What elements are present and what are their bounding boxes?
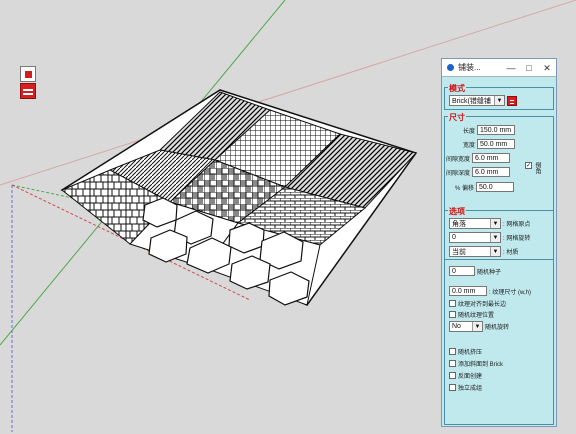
width-label: 宽度 [463, 142, 476, 149]
grid-rotation-label: : 网格旋转 [503, 236, 531, 242]
group-separately-checkbox[interactable] [449, 384, 456, 391]
offset-label: % 偏移 [455, 185, 475, 192]
grid-origin-value: 角落 [452, 220, 466, 228]
brick-icon-button[interactable] [507, 95, 517, 106]
chevron-down-icon: ▼ [490, 233, 500, 242]
rotation-value: No [452, 323, 461, 330]
mode-select[interactable]: Brick(错缝铺 ▼ [449, 95, 505, 106]
chevron-down-icon: ▼ [472, 322, 482, 331]
bevel-brick-label: 添加斜面到 Brick [458, 362, 504, 368]
window-title: 铺装... [458, 63, 481, 72]
size-title: 尺寸 [448, 112, 466, 123]
offset-input[interactable]: 50.0 [476, 182, 515, 192]
gap-width-input[interactable]: 6.0 mm [472, 153, 511, 163]
random-texture-checkbox[interactable] [449, 311, 456, 318]
minimize-button[interactable]: — [502, 59, 520, 77]
chevron-down-icon: ▼ [494, 96, 504, 105]
gap-depth-label: 间隙深度 [446, 170, 471, 177]
reverse-create-checkbox[interactable] [449, 372, 456, 379]
reverse-create-label: 反面创建 [458, 374, 483, 380]
mode-value: Brick(错缝铺 [452, 97, 491, 105]
grid-origin-select[interactable]: 角落 ▼ [449, 218, 501, 229]
rotation-label: 随机旋转 [485, 325, 510, 331]
chevron-down-icon: ▼ [490, 247, 500, 256]
rotation-select[interactable]: No ▼ [449, 321, 483, 332]
gap-depth-input[interactable]: 6.0 mm [472, 167, 511, 177]
grid-rotation-select[interactable]: 0 ▼ [449, 232, 501, 243]
grid-origin-label: : 网格原点 [503, 222, 531, 228]
bevel-brick-checkbox[interactable] [449, 360, 456, 367]
random-texture-label: 随机纹理位置 [458, 313, 495, 319]
random-extrude-label: 随机挤压 [458, 350, 483, 356]
width-input[interactable]: 50.0 mm [477, 139, 516, 149]
mode-section: 模式 Brick(错缝铺 ▼ [444, 83, 554, 110]
brick-tool-button[interactable] [20, 83, 36, 99]
close-button[interactable]: ✕ [538, 59, 556, 77]
bevel-checkbox[interactable]: ✓ [525, 162, 532, 169]
options-title: 选项 [448, 206, 466, 217]
texture-align-checkbox[interactable] [449, 300, 456, 307]
maximize-button[interactable]: □ [520, 59, 538, 77]
texture-size-input[interactable]: 0.0 mm [449, 286, 487, 296]
texture-size-label: : 纹理尺寸 (w,h) [489, 289, 532, 296]
random-extrude-checkbox[interactable] [449, 348, 456, 355]
material-label: : 材质 [503, 250, 519, 256]
chevron-down-icon: ▼ [490, 219, 500, 228]
material-value: 当前 [452, 248, 466, 256]
options-section: 选项 角落 ▼ : 网格原点 0 ▼ : 网格旋转 当前 ▼ : 材质 0 随机… [444, 206, 554, 425]
gap-width-label: 间隙宽度 [446, 156, 471, 163]
panel-titlebar: 铺装... — □ ✕ [442, 59, 556, 77]
mode-title: 模式 [448, 83, 466, 94]
bevel-label: 倒角 [534, 162, 540, 174]
length-input[interactable]: 150.0 mm [477, 125, 516, 135]
random-seed-label: 随机种子 [477, 269, 502, 276]
floating-toolbar [20, 66, 36, 100]
random-seed-input[interactable]: 0 [449, 266, 475, 276]
group-separately-label: 独立成组 [458, 386, 483, 392]
app-icon [447, 64, 454, 71]
tile-tool-button[interactable] [20, 66, 36, 82]
length-label: 长度 [463, 128, 476, 135]
material-select[interactable]: 当前 ▼ [449, 246, 501, 257]
texture-align-label: 纹理对齐到最长边 [458, 302, 507, 308]
paving-panel: 铺装... — □ ✕ 模式 Brick(错缝铺 ▼ 尺寸 长度 150.0 m… [441, 58, 557, 427]
grid-rotation-value: 0 [452, 234, 456, 241]
